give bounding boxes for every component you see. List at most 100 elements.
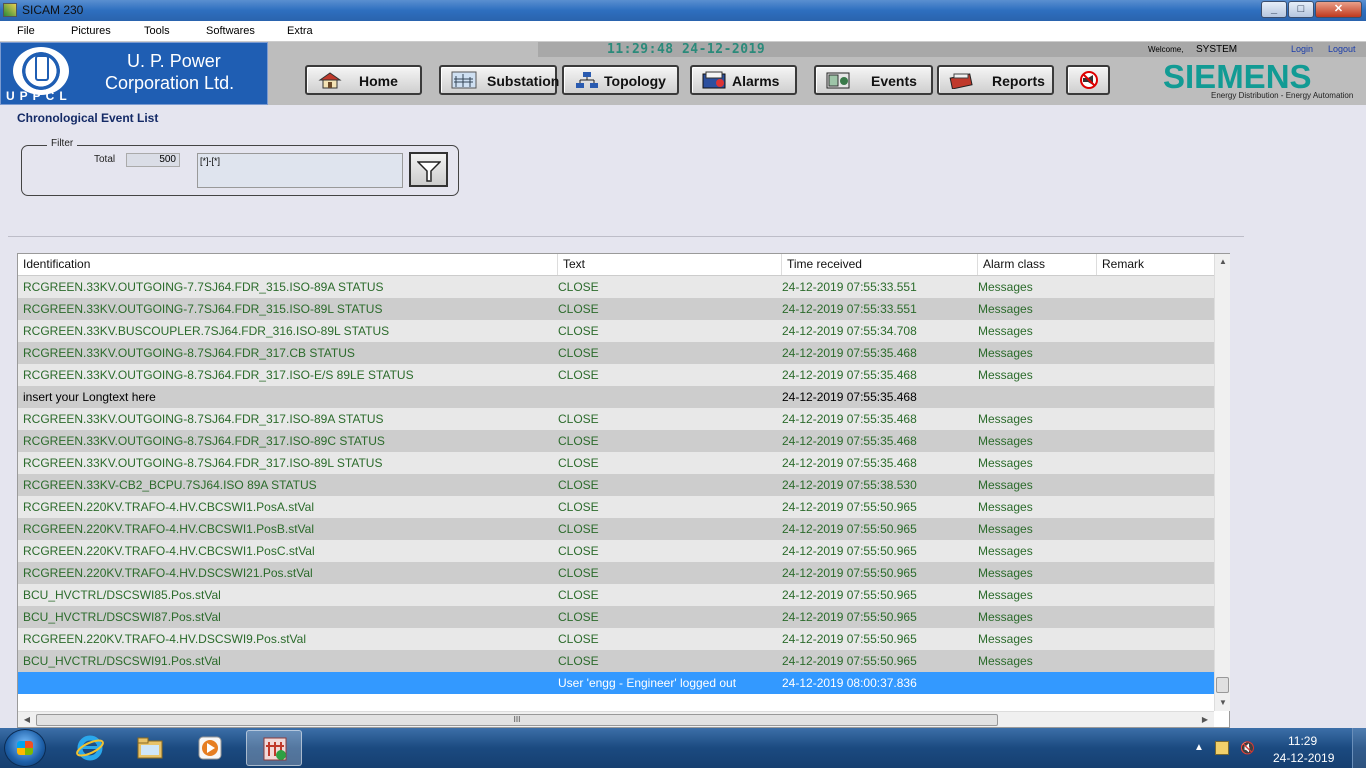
- cell-time-received: 24-12-2019 07:55:35.468: [782, 368, 917, 382]
- cell-text: CLOSE: [558, 434, 599, 448]
- substation-button[interactable]: Substation: [439, 65, 559, 95]
- table-row[interactable]: User 'engg - Engineer' logged out 24-12-2…: [18, 672, 1214, 694]
- cell-text: CLOSE: [558, 346, 599, 360]
- menu-softwares[interactable]: Softwares: [206, 25, 255, 37]
- cell-remark: [1103, 474, 1213, 496]
- column-header-identification[interactable]: Identification: [18, 254, 558, 275]
- table-row[interactable]: RCGREEN.220KV.TRAFO-4.HV.CBCSWI1.PosB.st…: [18, 518, 1214, 540]
- cell-text: CLOSE: [558, 522, 599, 536]
- divider: [8, 236, 1244, 237]
- events-button[interactable]: Events: [814, 65, 933, 95]
- cell-text: CLOSE: [558, 654, 599, 668]
- table-row[interactable]: RCGREEN.220KV.TRAFO-4.HV.CBCSWI1.PosA.st…: [18, 496, 1214, 518]
- cell-alarm-class: Messages: [978, 588, 1033, 602]
- cell-alarm-class: Messages: [978, 500, 1033, 514]
- filter-group-label: Filter: [47, 138, 78, 149]
- emblem-tower-icon: [35, 55, 49, 81]
- column-header-text[interactable]: Text: [558, 254, 782, 275]
- start-button[interactable]: [4, 729, 46, 767]
- cell-time-received: 24-12-2019 07:55:50.965: [782, 544, 917, 558]
- logout-link[interactable]: Logout: [1328, 44, 1356, 54]
- table-row[interactable]: RCGREEN.33KV.OUTGOING-8.7SJ64.FDR_317.IS…: [18, 452, 1214, 474]
- action-center-flag-icon[interactable]: [1215, 741, 1229, 755]
- taskbar-internet-explorer[interactable]: [62, 730, 118, 766]
- reports-icon: [949, 73, 973, 89]
- vertical-scrollbar[interactable]: ▲ ▼: [1214, 254, 1230, 711]
- apply-filter-button[interactable]: [409, 152, 448, 187]
- cell-time-received: 24-12-2019 07:55:50.965: [782, 522, 917, 536]
- cell-identification: RCGREEN.220KV.TRAFO-4.HV.DSCSWI9.Pos.stV…: [23, 632, 306, 646]
- menu-extra[interactable]: Extra: [287, 25, 313, 37]
- alarms-button[interactable]: Alarms: [690, 65, 797, 95]
- table-row[interactable]: BCU_HVCTRL/DSCSWI87.Pos.stVal CLOSE 24-12-…: [18, 606, 1214, 628]
- volume-muted-icon[interactable]: 🔇: [1240, 741, 1255, 755]
- table-header: Identification Text Time received Alarm …: [18, 254, 1214, 276]
- horizontal-scroll-thumb[interactable]: III: [36, 714, 998, 726]
- taskbar-sicam-230[interactable]: [246, 730, 302, 766]
- event-list-table: Identification Text Time received Alarm …: [17, 253, 1230, 728]
- table-row[interactable]: RCGREEN.220KV.TRAFO-4.HV.DSCSWI9.Pos.stV…: [18, 628, 1214, 650]
- sicam-app-icon: [3, 3, 17, 17]
- table-row[interactable]: RCGREEN.33KV.OUTGOING-7.7SJ64.FDR_315.IS…: [18, 298, 1214, 320]
- taskbar-media-player[interactable]: [182, 730, 238, 766]
- show-desktop-button[interactable]: [1352, 728, 1366, 768]
- windows-logo-icon: [17, 741, 33, 755]
- cell-identification: RCGREEN.220KV.TRAFO-4.HV.CBCSWI1.PosC.st…: [23, 544, 315, 558]
- scroll-right-arrow-icon[interactable]: ▶: [1198, 712, 1212, 728]
- home-button[interactable]: Home: [305, 65, 422, 95]
- scroll-down-arrow-icon[interactable]: ▼: [1215, 695, 1231, 711]
- cell-alarm-class: Messages: [978, 522, 1033, 536]
- acknowledge-horn-button[interactable]: [1066, 65, 1110, 95]
- table-row[interactable]: RCGREEN.33KV.OUTGOING-8.7SJ64.FDR_317.IS…: [18, 408, 1214, 430]
- scroll-left-arrow-icon[interactable]: ◀: [20, 712, 34, 728]
- column-header-alarm-class[interactable]: Alarm class: [978, 254, 1097, 275]
- table-row[interactable]: insert your Longtext here 24-12-2019 07:5…: [18, 386, 1214, 408]
- table-row[interactable]: RCGREEN.33KV.OUTGOING-7.7SJ64.FDR_315.IS…: [18, 276, 1214, 298]
- column-header-time-received[interactable]: Time received: [782, 254, 978, 275]
- org-name-line1: U. P. Power: [127, 51, 221, 71]
- cell-text: CLOSE: [558, 302, 599, 316]
- filter-expression-field[interactable]: [*]-[*]: [197, 153, 403, 188]
- cell-alarm-class: [978, 386, 1093, 408]
- cell-text: CLOSE: [558, 632, 599, 646]
- menu-pictures[interactable]: Pictures: [71, 25, 111, 37]
- reports-label: Reports: [992, 73, 1045, 89]
- tray-overflow-icon[interactable]: ▲: [1194, 742, 1204, 753]
- vertical-scroll-thumb[interactable]: [1216, 677, 1229, 693]
- cell-remark: [1103, 430, 1213, 452]
- scroll-up-arrow-icon[interactable]: ▲: [1215, 254, 1231, 270]
- cell-alarm-class: Messages: [978, 456, 1033, 470]
- reports-button[interactable]: Reports: [937, 65, 1054, 95]
- cell-time-received: 24-12-2019 07:55:50.965: [782, 566, 917, 580]
- topology-button[interactable]: Topology: [562, 65, 679, 95]
- table-row[interactable]: RCGREEN.220KV.TRAFO-4.HV.DSCSWI21.Pos.st…: [18, 562, 1214, 584]
- cell-alarm-class: Messages: [978, 434, 1033, 448]
- page-title: Chronological Event List: [17, 111, 159, 125]
- cell-text: CLOSE: [558, 478, 599, 492]
- taskbar-clock-time[interactable]: 11:29: [1288, 734, 1317, 748]
- cell-time-received: 24-12-2019 07:55:34.708: [782, 324, 917, 338]
- maximize-button[interactable]: □: [1288, 1, 1314, 18]
- cell-identification: RCGREEN.33KV-CB2_BCPU.7SJ64.ISO 89A STAT…: [23, 478, 317, 492]
- cell-text: CLOSE: [558, 324, 599, 338]
- org-name-line2: Corporation Ltd.: [105, 73, 235, 93]
- table-row[interactable]: RCGREEN.220KV.TRAFO-4.HV.CBCSWI1.PosC.st…: [18, 540, 1214, 562]
- horizontal-scrollbar[interactable]: ◀ III ▶: [18, 711, 1214, 727]
- close-button[interactable]: ✕: [1315, 1, 1362, 18]
- login-link[interactable]: Login: [1291, 44, 1313, 54]
- cell-remark: [1103, 584, 1213, 606]
- column-header-remark[interactable]: Remark: [1097, 254, 1214, 275]
- table-row[interactable]: RCGREEN.33KV-CB2_BCPU.7SJ64.ISO 89A STAT…: [18, 474, 1214, 496]
- cell-remark: [1103, 298, 1213, 320]
- taskbar-file-explorer[interactable]: [122, 730, 178, 766]
- minimize-button[interactable]: _: [1261, 1, 1287, 18]
- table-row[interactable]: RCGREEN.33KV.OUTGOING-8.7SJ64.FDR_317.IS…: [18, 430, 1214, 452]
- table-row[interactable]: BCU_HVCTRL/DSCSWI91.Pos.stVal CLOSE 24-12-…: [18, 650, 1214, 672]
- table-row[interactable]: RCGREEN.33KV.OUTGOING-8.7SJ64.FDR_317.IS…: [18, 364, 1214, 386]
- taskbar-clock-date[interactable]: 24-12-2019: [1273, 751, 1334, 765]
- table-row[interactable]: RCGREEN.33KV.BUSCOUPLER.7SJ64.FDR_316.IS…: [18, 320, 1214, 342]
- menu-file[interactable]: File: [17, 25, 35, 37]
- table-row[interactable]: RCGREEN.33KV.OUTGOING-8.7SJ64.FDR_317.CB…: [18, 342, 1214, 364]
- menu-tools[interactable]: Tools: [144, 25, 170, 37]
- table-row[interactable]: BCU_HVCTRL/DSCSWI85.Pos.stVal CLOSE 24-12-…: [18, 584, 1214, 606]
